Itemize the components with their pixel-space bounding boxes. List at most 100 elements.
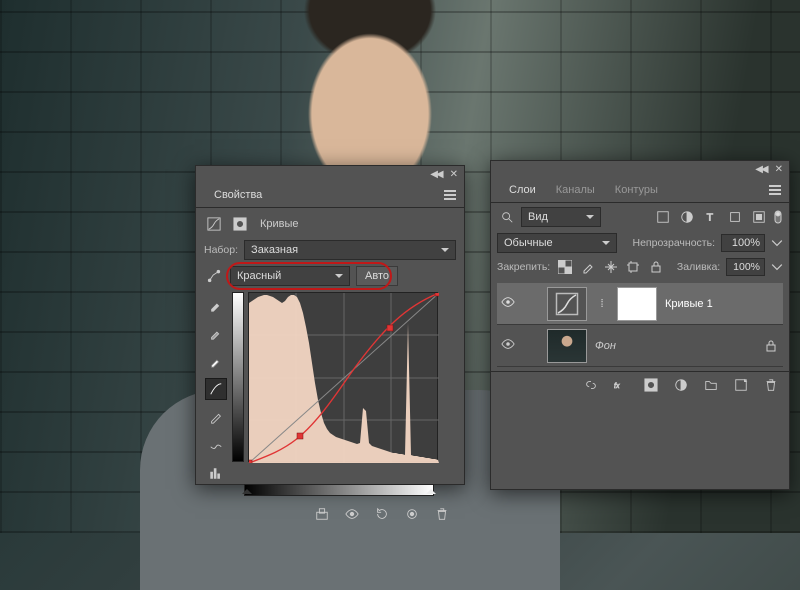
layers-panel-body: Вид T Обычные Непрозрачность: 100% Закре…: [491, 203, 789, 371]
eyedropper-black-icon[interactable]: [205, 294, 227, 316]
lock-icon[interactable]: [761, 336, 781, 356]
filter-kind-dropdown[interactable]: Вид: [521, 207, 601, 227]
preset-value: Заказная: [251, 244, 298, 256]
trash-icon[interactable]: [432, 504, 452, 524]
fx-icon[interactable]: fx: [611, 375, 631, 395]
curves-editor: [204, 292, 456, 484]
layer-row-curves[interactable]: ⁞ Кривые 1: [497, 283, 783, 325]
fill-label: Заливка:: [677, 261, 720, 273]
layer-list: ⁞ Кривые 1 Фон: [497, 283, 783, 367]
link-layers-icon[interactable]: [581, 375, 601, 395]
toggle-visibility-icon[interactable]: [402, 504, 422, 524]
curve-smooth-icon[interactable]: [205, 434, 227, 456]
layer-filter-row: Вид T: [497, 207, 783, 227]
preset-label: Набор:: [204, 244, 238, 256]
collapse-icon[interactable]: ◀◀: [755, 164, 766, 175]
search-icon[interactable]: [497, 207, 517, 227]
layer-name[interactable]: Фон: [595, 340, 753, 352]
targeted-adjust-icon[interactable]: [204, 266, 224, 286]
layer-name[interactable]: Кривые 1: [665, 298, 781, 310]
properties-panel-tabs: Свойства: [196, 182, 464, 208]
channel-dropdown[interactable]: Красный: [230, 266, 350, 286]
curve-smooth-tool-icon[interactable]: [205, 378, 227, 400]
opacity-field[interactable]: 100%: [721, 234, 765, 252]
properties-footer: [204, 496, 456, 526]
close-icon[interactable]: [775, 163, 783, 175]
blend-opacity-row: Обычные Непрозрачность: 100%: [497, 233, 783, 253]
fill-value: 100%: [733, 261, 760, 273]
opacity-label: Непрозрачность:: [633, 237, 716, 249]
view-previous-icon[interactable]: [342, 504, 362, 524]
lock-transparency-icon[interactable]: [556, 257, 573, 277]
auto-button[interactable]: Авто: [356, 266, 398, 286]
layers-panel-controls: ◀◀: [491, 161, 789, 177]
curves-tool-column: [204, 292, 228, 484]
properties-panel-body: Кривые Набор: Заказная Красный Авто: [196, 208, 464, 532]
blend-mode-value: Обычные: [504, 237, 553, 249]
output-gradient: [232, 292, 244, 462]
fill-field[interactable]: 100%: [726, 258, 765, 276]
lock-artboard-icon[interactable]: [625, 257, 642, 277]
panel-menu-icon[interactable]: [769, 185, 781, 195]
new-adjustment-icon[interactable]: [671, 375, 691, 395]
opacity-value: 100%: [732, 237, 760, 249]
preset-row: Набор: Заказная: [204, 240, 456, 260]
layer-pixel-thumb: [547, 329, 587, 363]
lock-label: Закрепить:: [497, 261, 550, 273]
curve-pencil-tool-icon[interactable]: [205, 406, 227, 428]
collapse-icon[interactable]: ◀◀: [430, 169, 441, 180]
layers-panel-tabs: Слои Каналы Контуры: [491, 177, 789, 203]
preset-dropdown[interactable]: Заказная: [244, 240, 456, 260]
adjustment-heading-row: Кривые: [204, 214, 456, 234]
svg-text:T: T: [707, 212, 714, 224]
chevron-down-icon[interactable]: [771, 257, 783, 277]
curves-adjustment-icon: [204, 214, 224, 234]
panel-menu-icon[interactable]: [444, 190, 456, 200]
layer-mask-thumb[interactable]: [617, 287, 657, 321]
layers-panel: ◀◀ Слои Каналы Контуры Вид T Обычные: [490, 160, 790, 490]
visibility-eye-icon[interactable]: [499, 337, 517, 354]
filter-adjust-icon[interactable]: [677, 207, 697, 227]
tab-properties[interactable]: Свойства: [204, 183, 272, 206]
layers-panel-footer: fx: [491, 371, 789, 397]
filter-kind-value: Вид: [528, 211, 548, 223]
clip-to-layer-icon[interactable]: [312, 504, 332, 524]
input-gradient[interactable]: [244, 484, 434, 496]
filter-smart-icon[interactable]: [749, 207, 769, 227]
add-mask-icon[interactable]: [641, 375, 661, 395]
blend-mode-dropdown[interactable]: Обычные: [497, 233, 617, 253]
new-group-icon[interactable]: [701, 375, 721, 395]
lock-position-icon[interactable]: [602, 257, 619, 277]
filter-toggle-switch[interactable]: [773, 207, 783, 227]
reset-icon[interactable]: [372, 504, 392, 524]
properties-panel: ◀◀ Свойства Кривые Набор: Заказная: [195, 165, 465, 485]
layer-adjustment-thumb: [547, 287, 587, 321]
trash-icon[interactable]: [761, 375, 781, 395]
close-icon[interactable]: [450, 168, 458, 180]
lock-pixels-icon[interactable]: [579, 257, 596, 277]
auto-button-label: Авто: [365, 270, 389, 282]
eyedropper-gray-icon[interactable]: [205, 322, 227, 344]
adjustment-title: Кривые: [260, 218, 299, 230]
chevron-down-icon[interactable]: [771, 233, 783, 253]
channel-value: Красный: [237, 270, 281, 282]
new-layer-icon[interactable]: [731, 375, 751, 395]
tab-paths[interactable]: Контуры: [605, 178, 668, 201]
curves-graph[interactable]: [248, 292, 438, 462]
visibility-eye-icon[interactable]: [499, 295, 517, 312]
lock-all-icon[interactable]: [648, 257, 665, 277]
tab-layers[interactable]: Слои: [499, 178, 546, 201]
tab-channels[interactable]: Каналы: [546, 178, 605, 201]
svg-text:fx: fx: [614, 382, 620, 389]
filter-shape-icon[interactable]: [725, 207, 745, 227]
layer-row-background[interactable]: Фон: [497, 325, 783, 367]
mask-icon: [230, 214, 250, 234]
properties-panel-controls: ◀◀: [196, 166, 464, 182]
filter-pixel-icon[interactable]: [653, 207, 673, 227]
lock-fill-row: Закрепить: Заливка: 100%: [497, 257, 783, 277]
filter-type-icon[interactable]: T: [701, 207, 721, 227]
mask-link-icon[interactable]: ⁞: [595, 298, 609, 310]
eyedropper-white-icon[interactable]: [205, 350, 227, 372]
channel-row: Красный Авто: [204, 266, 456, 286]
histogram-toggle-icon[interactable]: [205, 462, 227, 484]
